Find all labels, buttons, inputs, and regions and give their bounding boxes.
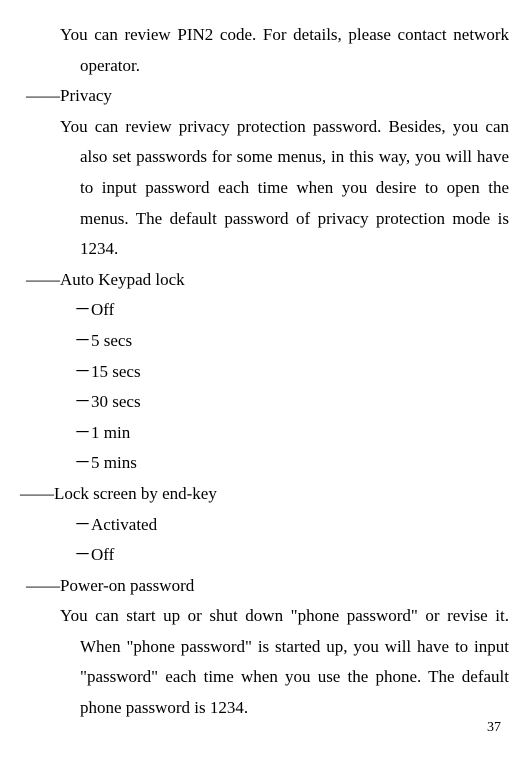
poweron-heading: ――Power-on password xyxy=(26,571,509,602)
auto-keypad-option-30secs: －30 secs xyxy=(74,387,509,418)
auto-keypad-option-5mins: －5 mins xyxy=(74,448,509,479)
page-number: 37 xyxy=(487,715,501,740)
lock-screen-option-activated: －Activated xyxy=(74,510,509,541)
auto-keypad-option-5secs: －5 secs xyxy=(74,326,509,357)
lock-screen-option-off: －Off xyxy=(74,540,509,571)
privacy-heading: ――Privacy xyxy=(26,81,509,112)
auto-keypad-option-15secs: －15 secs xyxy=(74,357,509,388)
pin2-description: You can review PIN2 code. For details, p… xyxy=(80,20,509,81)
auto-keypad-heading: ――Auto Keypad lock xyxy=(26,265,509,296)
privacy-description: You can review privacy protection passwo… xyxy=(80,112,509,265)
auto-keypad-option-off: －Off xyxy=(74,295,509,326)
auto-keypad-option-1min: －1 min xyxy=(74,418,509,449)
poweron-description: You can start up or shut down "phone pas… xyxy=(80,601,509,723)
lock-screen-heading: ――Lock screen by end-key xyxy=(20,479,509,510)
